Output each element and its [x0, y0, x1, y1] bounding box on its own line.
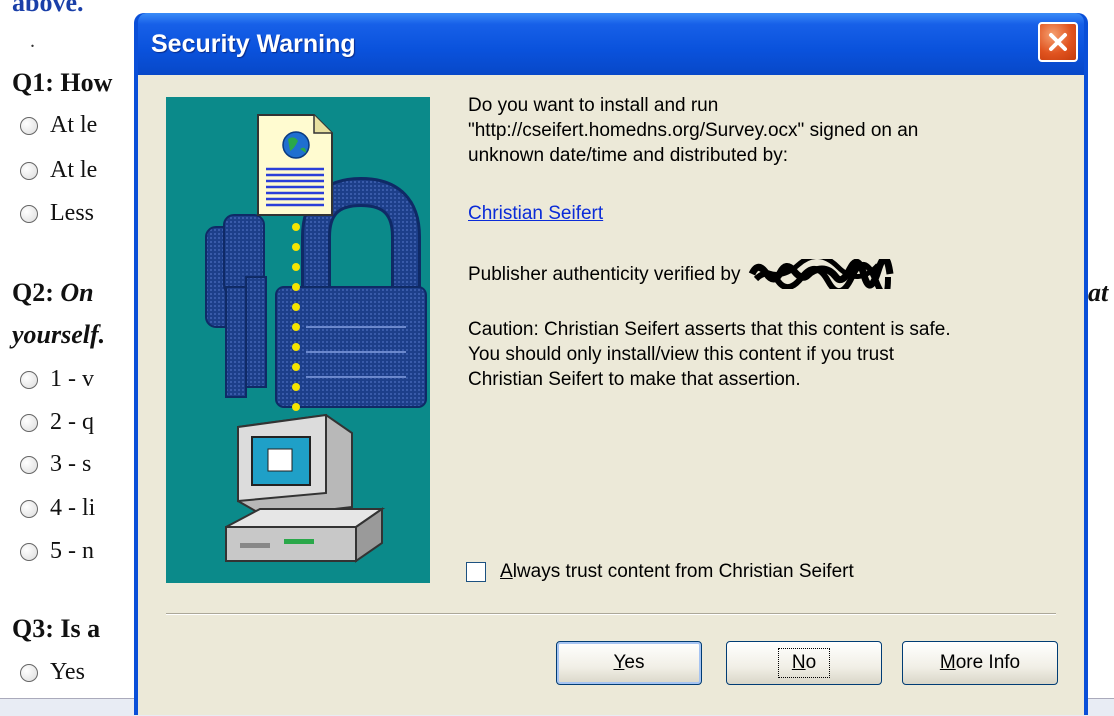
message-line-2: "http://cseifert.homedns.org/Survey.ocx"… [468, 120, 919, 141]
separator [166, 613, 1056, 615]
radio-button[interactable] [20, 542, 38, 561]
radio-button[interactable] [20, 161, 38, 180]
question-q2: Q2: On [12, 278, 94, 308]
question-q1: Q1: How [12, 68, 112, 98]
publisher-link[interactable]: Christian Seifert [468, 203, 603, 224]
option-label: 4 - li [50, 495, 96, 521]
redacted-scribble [749, 259, 894, 289]
computer-icon [225, 413, 386, 563]
q2-line2-text: yourself. [12, 320, 106, 349]
q2-label: Q2: [12, 278, 54, 307]
security-warning-dialog: Security Warning Do you want to install … [134, 13, 1088, 715]
yes-mnemonic: Y [613, 652, 625, 673]
radio-button[interactable] [20, 455, 38, 474]
option-label: At le [50, 157, 98, 183]
q1-text: How [60, 68, 113, 97]
always-trust-checkbox-row[interactable]: Always trust content from Christian Seif… [466, 561, 854, 583]
q1-option-1[interactable]: At le [20, 112, 97, 139]
option-label: 1 - v [50, 366, 94, 392]
no-button-label: No [777, 648, 831, 678]
intro-text: above. [12, 0, 84, 17]
no-mnemonic: N [791, 652, 806, 673]
dialog-message: Do you want to install and run "http://c… [468, 93, 1058, 392]
yes-button[interactable]: Yes [556, 641, 702, 685]
option-label: 3 - s [50, 451, 92, 477]
close-button[interactable] [1038, 22, 1078, 62]
caution-line-3: Christian Seifert to make that assertion… [468, 369, 801, 390]
option-label: Yes [50, 659, 85, 685]
more-info-button[interactable]: More Info [902, 641, 1058, 685]
no-rest: o [805, 652, 817, 673]
q2-option-5[interactable]: 5 - n [20, 538, 94, 565]
q2-option-1[interactable]: 1 - v [20, 366, 94, 393]
message-line-3: unknown date/time and distributed by: [468, 145, 789, 166]
q2-trailing-text: at [1088, 278, 1109, 307]
q2-line2: yourself. [12, 320, 105, 350]
more-mnemonic: M [939, 652, 956, 673]
more-rest: ore Info [955, 652, 1021, 673]
radio-button[interactable] [20, 499, 38, 518]
dot-text: . [30, 30, 35, 52]
always-trust-rest: lways trust content from Christian Seife… [512, 561, 854, 582]
radio-button[interactable] [20, 370, 38, 389]
radio-button[interactable] [20, 116, 38, 135]
option-label: 5 - n [50, 538, 94, 564]
always-trust-checkbox[interactable] [466, 562, 486, 582]
q2-option-4[interactable]: 4 - li [20, 495, 95, 522]
authenticity-line: Publisher authenticity verified by [468, 259, 1058, 289]
q1-option-2[interactable]: At le [20, 157, 97, 184]
option-label: At le [50, 112, 98, 138]
q1-option-3[interactable]: Less [20, 200, 94, 227]
dialog-titlebar[interactable]: Security Warning [138, 13, 1084, 75]
radio-button[interactable] [20, 413, 38, 432]
q3-option-1[interactable]: Yes [20, 659, 85, 686]
q3-label: Q3: [12, 614, 54, 643]
more-info-button-label: More Info [940, 652, 1020, 674]
close-x-icon [1049, 33, 1067, 51]
yes-button-label: Yes [613, 652, 644, 674]
q2-trailing: at [1088, 278, 1108, 308]
security-illustration [166, 97, 430, 583]
radio-button[interactable] [20, 663, 38, 682]
yes-rest: es [624, 652, 645, 673]
caution-line-1: Caution: Christian Seifert asserts that … [468, 319, 951, 340]
no-button[interactable]: No [726, 641, 882, 685]
q2-text: On [60, 278, 94, 307]
radio-button[interactable] [20, 204, 38, 223]
document-globe-icon [257, 114, 333, 216]
option-label: 2 - q [50, 409, 94, 435]
caution-line-2: You should only install/view this conten… [468, 344, 894, 365]
q2-option-2[interactable]: 2 - q [20, 409, 94, 436]
dialog-body: Do you want to install and run "http://c… [138, 75, 1084, 715]
question-q3: Q3: Is a [12, 614, 100, 644]
q3-text: Is a [60, 614, 101, 643]
q1-label: Q1: [12, 68, 54, 97]
always-trust-label: Always trust content from Christian Seif… [500, 561, 854, 583]
message-line-1: Do you want to install and run [468, 95, 719, 116]
authenticity-text: Publisher authenticity verified by [468, 263, 741, 285]
option-label: Less [50, 200, 94, 226]
padlock-keys-icon [205, 176, 427, 408]
always-trust-mnemonic: A [500, 561, 513, 582]
q2-option-3[interactable]: 3 - s [20, 451, 91, 478]
dialog-title: Security Warning [151, 30, 356, 58]
